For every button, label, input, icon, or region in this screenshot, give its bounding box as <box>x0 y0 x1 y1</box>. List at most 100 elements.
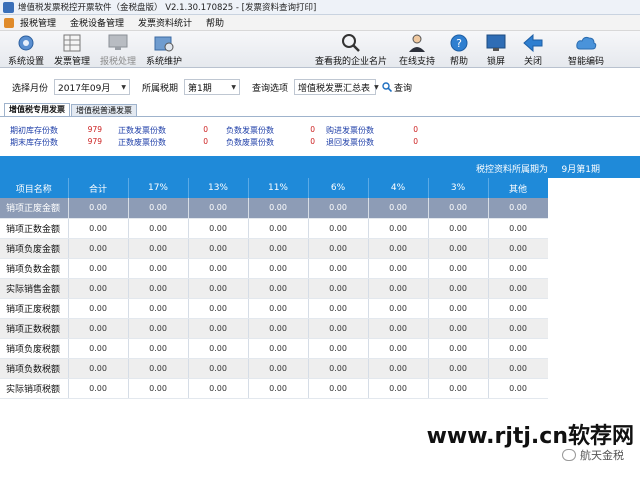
row-amount-cell[interactable]: 0.00 <box>188 378 249 399</box>
row-item-name[interactable]: 销项负数金额 <box>0 258 69 279</box>
row-amount-cell[interactable]: 0.00 <box>128 298 189 319</box>
row-amount-cell[interactable]: 0.00 <box>248 358 309 379</box>
lock-screen-button[interactable]: 锁屏 <box>482 33 510 67</box>
row-amount-cell[interactable]: 0.00 <box>68 358 129 379</box>
month-select[interactable]: 2017年09月 ▼ <box>54 79 131 95</box>
row-amount-cell[interactable]: 0.00 <box>428 378 489 399</box>
row-amount-cell[interactable]: 0.00 <box>248 338 309 359</box>
table-row[interactable]: 销项负数金额 0.00 0.00 0.00 0.00 0.00 0.00 0.00 0.00 <box>0 258 549 279</box>
row-amount-cell[interactable]: 0.00 <box>308 338 369 359</box>
row-amount-cell[interactable]: 0.00 <box>188 198 249 219</box>
row-amount-cell[interactable]: 0.00 <box>488 318 549 339</box>
row-amount-cell[interactable]: 0.00 <box>248 198 309 219</box>
row-amount-cell[interactable]: 0.00 <box>368 218 429 239</box>
table-row[interactable]: 销项负废金额 0.00 0.00 0.00 0.00 0.00 0.00 0.00 0.00 <box>0 238 549 259</box>
company-card-button[interactable]: 查看我的企业名片 <box>312 33 390 67</box>
row-amount-cell[interactable]: 0.00 <box>188 338 249 359</box>
row-amount-cell[interactable]: 0.00 <box>368 358 429 379</box>
row-amount-cell[interactable]: 0.00 <box>68 298 129 319</box>
row-amount-cell[interactable]: 0.00 <box>128 338 189 359</box>
table-row[interactable]: 实际销售金额 0.00 0.00 0.00 0.00 0.00 0.00 0.00 0.00 <box>0 278 549 299</box>
column-header[interactable]: 项目名称 <box>0 178 69 198</box>
option-select[interactable]: 增值税发票汇总表 ▼ <box>294 79 379 95</box>
row-amount-cell[interactable]: 0.00 <box>188 278 249 299</box>
row-amount-cell[interactable]: 0.00 <box>248 278 309 299</box>
column-header[interactable]: 3% <box>428 178 489 198</box>
row-amount-cell[interactable]: 0.00 <box>188 238 249 259</box>
row-amount-cell[interactable]: 0.00 <box>368 318 429 339</box>
row-amount-cell[interactable]: 0.00 <box>248 378 309 399</box>
row-amount-cell[interactable]: 0.00 <box>428 238 489 259</box>
column-header[interactable]: 合计 <box>68 178 129 198</box>
row-amount-cell[interactable]: 0.00 <box>368 298 429 319</box>
row-amount-cell[interactable]: 0.00 <box>428 358 489 379</box>
row-amount-cell[interactable]: 0.00 <box>188 258 249 279</box>
row-amount-cell[interactable]: 0.00 <box>308 358 369 379</box>
row-amount-cell[interactable]: 0.00 <box>68 218 129 239</box>
row-amount-cell[interactable]: 0.00 <box>248 298 309 319</box>
row-item-name[interactable]: 销项正废金额 <box>0 198 69 219</box>
menu-invoice-statistics[interactable]: 发票资料统计 <box>138 16 192 29</box>
table-row[interactable]: 销项正数税额 0.00 0.00 0.00 0.00 0.00 0.00 0.00 0.00 <box>0 318 549 339</box>
row-amount-cell[interactable]: 0.00 <box>128 358 189 379</box>
row-amount-cell[interactable]: 0.00 <box>308 278 369 299</box>
tax-processing-button[interactable]: 报税处理 <box>98 33 138 67</box>
invoice-management-button[interactable]: 发票管理 <box>52 33 92 67</box>
row-amount-cell[interactable]: 0.00 <box>428 258 489 279</box>
menu-tax-report[interactable]: 报税管理 <box>20 16 56 29</box>
row-amount-cell[interactable]: 0.00 <box>488 278 549 299</box>
row-amount-cell[interactable]: 0.00 <box>428 198 489 219</box>
column-header[interactable]: 6% <box>308 178 369 198</box>
period-select[interactable]: 第1期 ▼ <box>184 79 241 95</box>
row-amount-cell[interactable]: 0.00 <box>308 218 369 239</box>
row-amount-cell[interactable]: 0.00 <box>488 298 549 319</box>
row-amount-cell[interactable]: 0.00 <box>188 318 249 339</box>
column-header[interactable]: 其他 <box>488 178 549 198</box>
row-amount-cell[interactable]: 0.00 <box>128 278 189 299</box>
row-amount-cell[interactable]: 0.00 <box>248 238 309 259</box>
row-amount-cell[interactable]: 0.00 <box>128 318 189 339</box>
row-amount-cell[interactable]: 0.00 <box>368 238 429 259</box>
tab-special-vat-invoice[interactable]: 增值税专用发票 <box>4 103 70 116</box>
row-amount-cell[interactable]: 0.00 <box>368 378 429 399</box>
column-header[interactable]: 11% <box>248 178 309 198</box>
row-amount-cell[interactable]: 0.00 <box>428 338 489 359</box>
row-amount-cell[interactable]: 0.00 <box>68 378 129 399</box>
row-amount-cell[interactable]: 0.00 <box>68 198 129 219</box>
row-amount-cell[interactable]: 0.00 <box>368 198 429 219</box>
column-header[interactable]: 4% <box>368 178 429 198</box>
table-row[interactable]: 销项负数税额 0.00 0.00 0.00 0.00 0.00 0.00 0.00 0.00 <box>0 358 549 379</box>
smart-coding-button[interactable]: 智能编码 <box>564 33 608 67</box>
row-amount-cell[interactable]: 0.00 <box>428 318 489 339</box>
row-amount-cell[interactable]: 0.00 <box>128 258 189 279</box>
row-item-name[interactable]: 销项负数税额 <box>0 358 69 379</box>
row-amount-cell[interactable]: 0.00 <box>308 378 369 399</box>
menu-help[interactable]: 帮助 <box>206 16 224 29</box>
tab-ordinary-vat-invoice[interactable]: 增值税普通发票 <box>71 104 137 116</box>
row-amount-cell[interactable]: 0.00 <box>68 338 129 359</box>
table-row[interactable]: 销项正废税额 0.00 0.00 0.00 0.00 0.00 0.00 0.00 0.00 <box>0 298 549 319</box>
online-support-button[interactable]: 在线支持 <box>397 33 437 67</box>
row-item-name[interactable]: 销项负废税额 <box>0 338 69 359</box>
system-settings-button[interactable]: 系统设置 <box>6 33 46 67</box>
row-amount-cell[interactable]: 0.00 <box>428 218 489 239</box>
system-maintenance-button[interactable]: 系统维护 <box>144 33 184 67</box>
row-amount-cell[interactable]: 0.00 <box>128 218 189 239</box>
row-amount-cell[interactable]: 0.00 <box>428 278 489 299</box>
close-button[interactable]: 关闭 <box>519 33 547 67</box>
row-amount-cell[interactable]: 0.00 <box>188 298 249 319</box>
row-amount-cell[interactable]: 0.00 <box>308 298 369 319</box>
menu-device-management[interactable]: 金税设备管理 <box>70 16 124 29</box>
row-amount-cell[interactable]: 0.00 <box>488 338 549 359</box>
row-amount-cell[interactable]: 0.00 <box>248 218 309 239</box>
row-amount-cell[interactable]: 0.00 <box>488 258 549 279</box>
row-amount-cell[interactable]: 0.00 <box>488 198 549 219</box>
column-header[interactable]: 13% <box>188 178 249 198</box>
row-amount-cell[interactable]: 0.00 <box>308 198 369 219</box>
row-amount-cell[interactable]: 0.00 <box>188 358 249 379</box>
row-amount-cell[interactable]: 0.00 <box>68 258 129 279</box>
row-amount-cell[interactable]: 0.00 <box>308 238 369 259</box>
help-button[interactable]: ? 帮助 <box>445 33 473 67</box>
row-amount-cell[interactable]: 0.00 <box>308 258 369 279</box>
table-row[interactable]: 销项正数金额 0.00 0.00 0.00 0.00 0.00 0.00 0.00 0.00 <box>0 218 549 239</box>
